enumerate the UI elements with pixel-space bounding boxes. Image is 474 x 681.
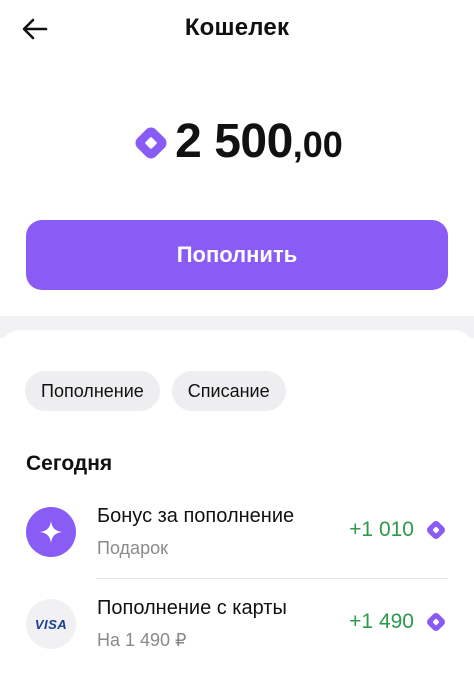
transaction-amount-group: +1 010 (349, 518, 448, 542)
transaction-title: Пополнение с карты (97, 597, 287, 619)
filter-chip-topup[interactable]: Пополнение (25, 371, 160, 411)
transaction-amount-group: +1 490 (349, 610, 448, 634)
transaction-amount: +1 490 (349, 610, 414, 633)
transaction-title: Бонус за пополнение (97, 505, 295, 527)
transaction-row[interactable]: Бонус за пополнение Подарок +1 010 (0, 488, 474, 578)
visa-logo: VISA (34, 616, 68, 632)
section-title-today: Сегодня (26, 452, 113, 475)
filter-chip-debit[interactable]: Списание (171, 371, 286, 411)
page-title: Кошелек (184, 14, 290, 41)
diamond-coin-icon (427, 613, 445, 631)
header: Кошелек (0, 0, 474, 60)
balance-display: 2 500 ,00 (0, 112, 474, 172)
diamond-coin-icon (135, 127, 167, 159)
transaction-amount: +1 010 (349, 518, 414, 541)
balance-amount: 2 500 (175, 115, 293, 168)
visa-card-icon: VISA (26, 599, 76, 649)
bonus-avatar (26, 507, 76, 557)
balance-fraction: ,00 (292, 124, 343, 165)
topup-button[interactable]: Пополнить (26, 220, 448, 290)
transaction-subtitle: Подарок (97, 538, 168, 558)
row-divider (96, 578, 448, 579)
sparkle-icon (40, 521, 62, 543)
diamond-coin-icon (427, 521, 445, 539)
transaction-subtitle: На 1 490 ₽ (97, 630, 187, 650)
transaction-row[interactable]: VISA Пополнение с карты На 1 490 ₽ +1 49… (0, 580, 474, 670)
filter-chips: Пополнение Списание (25, 371, 298, 411)
